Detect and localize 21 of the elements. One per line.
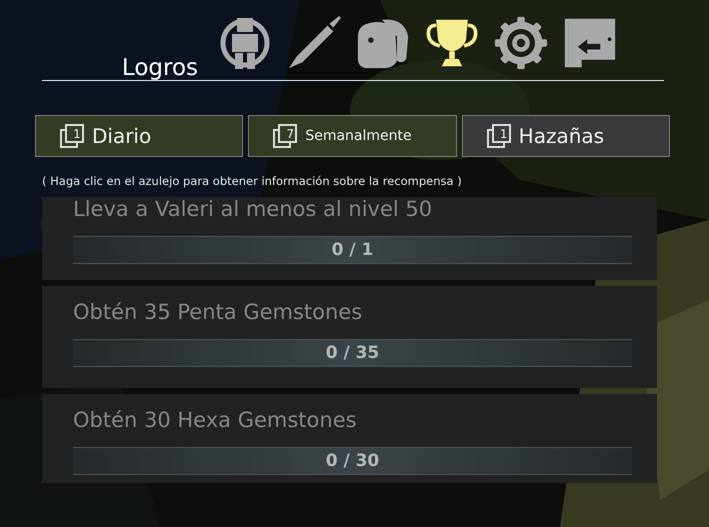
achievement-title: Obtén 35 Penta Gemstones <box>73 300 364 326</box>
progress-reading: 0 / 30 <box>326 451 380 471</box>
achievement-title: Lleva a Valeri al menos al nivel 50 <box>73 197 434 223</box>
tab[interactable]: 1 Hazañas <box>462 115 670 157</box>
calendar-badge-icon <box>486 124 511 148</box>
achievement-title: Obtén 30 Hexa Gemstones <box>73 408 358 434</box>
page-title: Logros <box>120 55 199 81</box>
achievement-card[interactable]: Obtén 35 Penta Gemstones 0 / 35 <box>42 286 657 388</box>
settings-icon[interactable] <box>494 16 548 70</box>
hint-text: ( Haga clic en el azulejo para obtener información sobre la recompensa ) <box>42 174 463 188</box>
progress-reading: 0 / 35 <box>326 343 380 363</box>
achievement-card[interactable]: Lleva a Valeri al menos al nivel 50 0 / 1 <box>42 197 657 280</box>
tab[interactable]: 7 Semanalmente <box>248 115 457 157</box>
character-icon[interactable] <box>218 16 272 70</box>
sword-icon[interactable] <box>287 16 341 70</box>
exit-icon[interactable] <box>563 16 617 70</box>
progress-reading: 0 / 1 <box>332 240 374 260</box>
calendar-badge-icon <box>60 124 84 148</box>
calendar-badge-icon <box>273 124 298 148</box>
tab[interactable]: 1 Diario <box>35 115 244 157</box>
achievement-card[interactable]: Obtén 30 Hexa Gemstones 0 / 30 <box>42 394 657 483</box>
